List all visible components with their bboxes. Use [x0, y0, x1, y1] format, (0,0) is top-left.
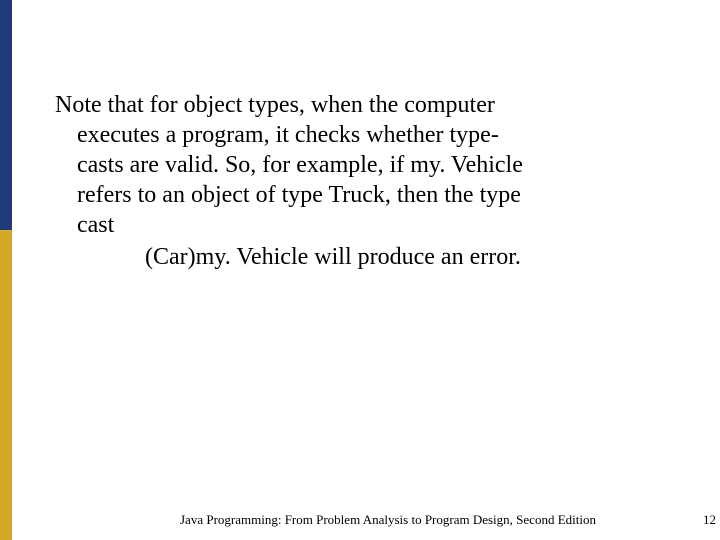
accent-gold-segment — [0, 230, 12, 540]
body-paragraph: Note that for object types, when the com… — [55, 90, 675, 240]
slide-body: Note that for object types, when the com… — [55, 90, 675, 272]
body-text-line1: Note that for object types, when the com… — [55, 90, 675, 120]
footer-page-number: 12 — [703, 512, 716, 528]
body-example-line: (Car)my. Vehicle will produce an error. — [145, 242, 675, 272]
left-accent-bar — [0, 0, 12, 540]
footer-title: Java Programming: From Problem Analysis … — [180, 512, 596, 528]
accent-blue-segment — [0, 0, 12, 230]
body-text-rest: executes a program, it checks whether ty… — [77, 120, 675, 240]
